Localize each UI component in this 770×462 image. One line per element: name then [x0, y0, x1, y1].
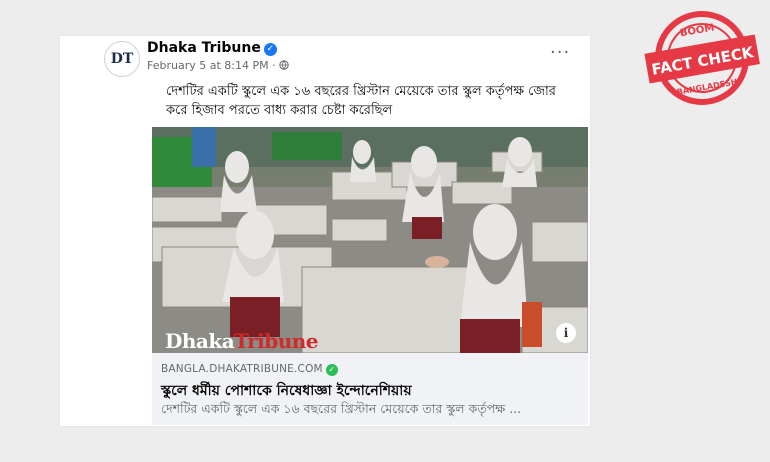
photo-watermark: DhakaTribune — [165, 329, 319, 353]
link-description: দেশটির একটি স্কুলে এক ১৬ বছরের খ্রিস্টান… — [161, 401, 522, 416]
post-text: দেশটির একটি স্কুলে এক ১৬ বছরের খ্রিস্টান… — [166, 84, 556, 118]
link-preview[interactable]: BANGLA.DHAKATRIBUNE.COM ✓ স্কুলে ধর্মীয় … — [152, 353, 588, 425]
globe-icon — [279, 60, 289, 70]
page-name[interactable]: Dhaka Tribune — [147, 40, 261, 56]
stamp-top-text: BOOM — [679, 22, 715, 39]
page-name-link[interactable]: Dhaka Tribune ✓ — [147, 40, 277, 56]
link-domain: BANGLA.DHAKATRIBUNE.COM ✓ — [161, 363, 338, 376]
meta-separator: · — [272, 59, 276, 72]
verified-badge-icon: ✓ — [263, 43, 277, 56]
page-avatar[interactable]: DT — [104, 41, 140, 77]
more-options-button[interactable]: ··· — [550, 42, 570, 63]
green-check-icon: ✓ — [325, 364, 338, 376]
post-timestamp[interactable]: February 5 at 8:14 PM — [147, 59, 269, 72]
post-meta: February 5 at 8:14 PM · — [147, 59, 289, 72]
avatar-text: DT — [110, 51, 134, 67]
link-title[interactable]: স্কুলে ধর্মীয় পোশাকে নিষেধাজ্ঞা ইন্দোনে… — [161, 379, 412, 403]
post-photo[interactable]: DhakaTribune i — [152, 127, 588, 353]
info-icon[interactable]: i — [556, 323, 576, 343]
fact-check-stamp: BOOM FACT CHECK BANGLADESH — [644, 11, 760, 105]
classroom-photo — [152, 127, 588, 353]
